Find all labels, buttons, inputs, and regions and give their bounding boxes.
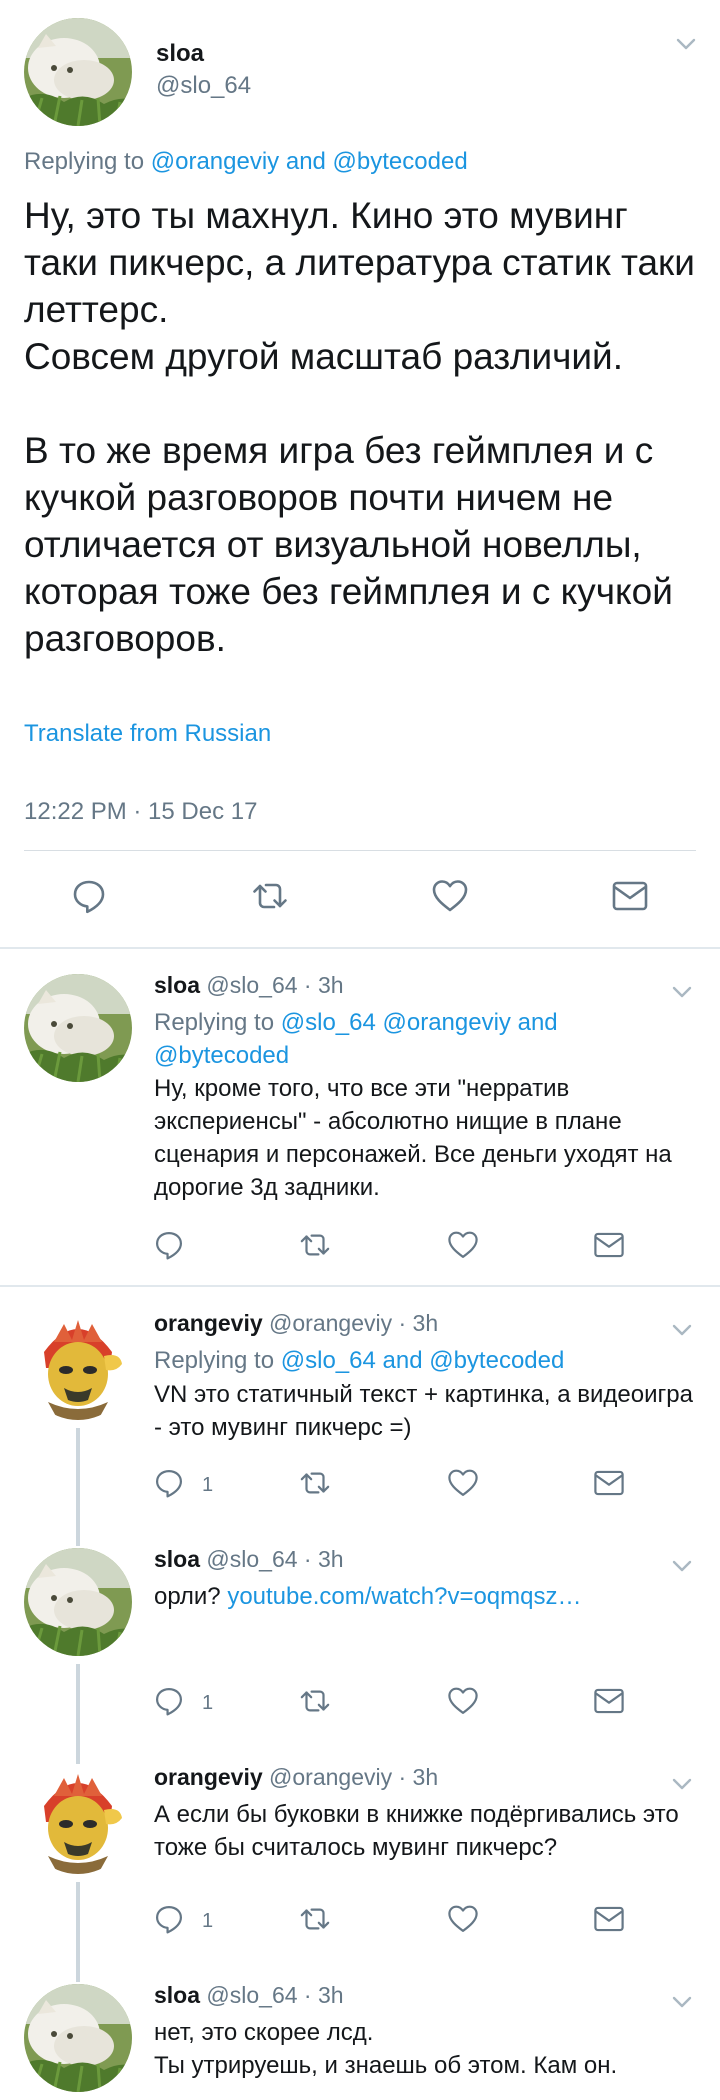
reply-count: 1 <box>202 1910 214 1932</box>
tweet-header: sloa @slo_64 · 3h <box>154 972 344 999</box>
message-icon[interactable] <box>592 1684 626 1718</box>
message-icon[interactable] <box>592 1228 626 1262</box>
reply-icon[interactable] <box>152 1228 186 1262</box>
user-meta: @orangeviy · 3h <box>262 1764 439 1790</box>
translate-link[interactable]: Translate from Russian <box>24 720 271 748</box>
user-name[interactable]: sloa <box>156 40 204 68</box>
user-name[interactable]: sloa <box>154 1546 200 1572</box>
like-icon[interactable] <box>446 1902 480 1936</box>
thread-line <box>76 1664 80 1742</box>
replying-to: Replying to @orangeviy and @bytecoded <box>24 148 468 176</box>
reply-tweet[interactable]: sloa @slo_64 · 3h Replying to @slo_64 @o… <box>0 950 720 1285</box>
tweet-text: нет, это скорее лсд. Ты утрируешь, и зна… <box>154 2019 618 2079</box>
tweet-text: Ну, кроме того, что все эти "нерратив эк… <box>154 1075 672 1201</box>
like-icon[interactable] <box>446 1466 480 1500</box>
tweet-header: sloa @slo_64 · 3h <box>154 1982 344 2009</box>
message-icon[interactable] <box>592 1466 626 1500</box>
reply-tweet[interactable]: sloa @slo_64 · 3h орли? youtube.com/watc… <box>0 1524 720 1742</box>
thread-line <box>76 1882 80 1960</box>
action-bar <box>0 876 720 920</box>
tweet-header: orangeviy @orangeviy · 3h <box>154 1764 438 1791</box>
thread-line <box>76 1428 80 1524</box>
chevron-down-icon[interactable] <box>672 986 692 998</box>
reply-icon[interactable] <box>69 876 109 916</box>
replying-to: Replying to @slo_64 @orangeviy and @byte… <box>154 1006 684 1072</box>
tweet-header: orangeviy @orangeviy · 3h <box>154 1310 438 1337</box>
reply-count: 1 <box>202 1474 214 1496</box>
youtube-link[interactable]: youtube.com/watch?v=oqmqsz… <box>227 1583 581 1610</box>
retweet-icon[interactable] <box>298 1684 332 1718</box>
user-name[interactable]: sloa <box>154 1982 200 2008</box>
tweet-text: орли? youtube.com/watch?v=oqmqsz… <box>154 1580 694 1613</box>
divider <box>0 1285 720 1287</box>
avatar[interactable] <box>24 974 132 1082</box>
avatar[interactable] <box>24 1312 132 1420</box>
tweet-header: sloa @slo_64 · 3h <box>154 1546 344 1573</box>
user-meta: @orangeviy · 3h <box>262 1310 439 1336</box>
retweet-icon[interactable] <box>298 1228 332 1262</box>
avatar[interactable] <box>24 1766 132 1874</box>
tweet-text: А если бы буковки в книжке подёргивались… <box>154 1801 679 1861</box>
replying-prefix: Replying to <box>154 1347 281 1374</box>
chevron-down-icon[interactable] <box>672 1324 692 1336</box>
retweet-icon[interactable] <box>250 876 290 916</box>
tweet-text: VN это статичный текст + картинка, а вид… <box>154 1381 693 1441</box>
like-icon[interactable] <box>430 876 470 916</box>
reply-count: 1 <box>202 1692 214 1714</box>
user-name[interactable]: sloa <box>154 972 200 998</box>
thread-line <box>76 1742 80 1764</box>
avatar[interactable] <box>24 18 132 126</box>
user-meta: @slo_64 · 3h <box>200 1982 344 2008</box>
replying-prefix: Replying to <box>24 148 151 175</box>
tweet-text: Ну, это ты махнул. Кино это мувинг таки … <box>24 195 695 659</box>
thread-line <box>76 1524 80 1546</box>
chevron-down-icon[interactable] <box>672 1560 692 1572</box>
chevron-down-icon[interactable] <box>672 1778 692 1790</box>
divider <box>0 947 720 949</box>
replying-to-link[interactable]: @orangeviy and @bytecoded <box>151 148 468 175</box>
user-meta: @slo_64 · 3h <box>200 1546 344 1572</box>
message-icon[interactable] <box>610 876 650 916</box>
chevron-down-icon[interactable] <box>676 38 696 50</box>
replying-to: Replying to @slo_64 and @bytecoded <box>154 1344 684 1377</box>
avatar[interactable] <box>24 1548 132 1656</box>
reply-tweet[interactable]: orangeviy @orangeviy · 3h Replying to @s… <box>0 1288 720 1524</box>
reply-tweet[interactable]: sloa @slo_64 · 3h нет, это скорее лсд. Т… <box>0 1960 720 2100</box>
user-name[interactable]: orangeviy <box>154 1310 263 1336</box>
like-icon[interactable] <box>446 1684 480 1718</box>
retweet-icon[interactable] <box>298 1902 332 1936</box>
replying-prefix: Replying to <box>154 1009 281 1036</box>
main-tweet: sloa @slo_64 Replying to @orangeviy and … <box>0 0 720 950</box>
timestamp: 12:22 PM · 15 Dec 17 <box>24 798 258 825</box>
avatar[interactable] <box>24 1984 132 2092</box>
reply-icon[interactable] <box>152 1466 186 1500</box>
reply-tweet[interactable]: orangeviy @orangeviy · 3h А если бы буко… <box>0 1742 720 1960</box>
tweet-text-prefix: орли? <box>154 1583 228 1610</box>
user-name[interactable]: orangeviy <box>154 1764 263 1790</box>
reply-icon[interactable] <box>152 1902 186 1936</box>
chevron-down-icon[interactable] <box>672 1996 692 2008</box>
like-icon[interactable] <box>446 1228 480 1262</box>
user-meta: @slo_64 · 3h <box>200 972 344 998</box>
divider <box>24 850 696 851</box>
thread-line <box>76 1960 80 1982</box>
reply-icon[interactable] <box>152 1684 186 1718</box>
replying-to-link[interactable]: @slo_64 and @bytecoded <box>281 1347 565 1374</box>
retweet-icon[interactable] <box>298 1466 332 1500</box>
message-icon[interactable] <box>592 1902 626 1936</box>
user-handle[interactable]: @slo_64 <box>156 72 251 100</box>
